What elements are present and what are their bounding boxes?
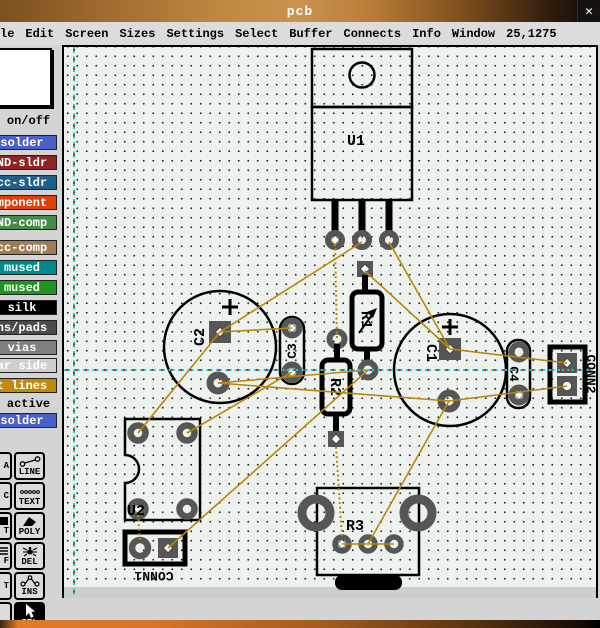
component-u1[interactable]: U1 [312,49,412,247]
component-conn2[interactable]: CONN2 [550,347,596,402]
u2-pin-br[interactable] [180,502,195,517]
menu-item-sizes[interactable]: Sizes [119,27,155,41]
c3-refdes: C3 [285,343,300,359]
menu-bar: le Edit Screen Sizes Settings Select Buf… [0,22,600,45]
layer-onoff-label: on/off [0,114,57,128]
component-c3[interactable]: C3 [280,317,304,384]
rat-conn1pin1-r1bot [168,370,368,548]
component-u2[interactable]: U2 [125,419,200,520]
c2-refdes-group: C2 [192,328,209,346]
rat-r1top-c1pos [365,271,450,349]
layer-button-unused-1[interactable]: mused [0,260,57,275]
board-preview-panner[interactable] [0,48,52,107]
u1-body-outline [312,107,412,200]
insert-point-icon [19,575,41,587]
conn1-refdes: CONN1 [134,568,173,583]
menu-item-window[interactable]: Window [452,27,495,41]
conn2-refdes: CONN2 [583,354,596,393]
menu-item-select[interactable]: Select [235,27,278,41]
u1-pin-3[interactable] [382,233,396,247]
window-close-button[interactable]: ✕ [577,0,600,22]
component-r3[interactable]: R3 [302,488,432,590]
menu-item-file-partial[interactable]: le [0,27,14,41]
active-layer-button[interactable]: solder [0,413,57,428]
layer-button-pins-pads[interactable]: ns/pads [0,320,57,335]
tool-ins-button[interactable]: INS [14,572,45,600]
c3-pad-bottom-hole [287,367,296,376]
u1-refdes: U1 [347,133,365,150]
tool-poly-button[interactable]: POLY [14,512,45,540]
r2-lead-bottom [333,414,339,433]
layer-button-vcc-comp[interactable]: cc-comp [0,240,57,255]
layer-button-vias[interactable]: vias [0,340,57,355]
layer-button-gnd-sldr[interactable]: ND-sldr [0,155,57,170]
rat-u1pin3-c1pos [389,242,450,349]
r3-body-outline [317,488,419,575]
bug-icon [19,546,41,557]
menu-item-edit[interactable]: Edit [25,27,54,41]
component-c4[interactable]: C4 [506,340,530,408]
layer-button-far-side[interactable]: ar side [0,358,57,373]
conn1-refdes-group: CONN1 [134,568,173,583]
layer-button-rat-lines[interactable]: t lines [0,378,57,393]
close-icon: ✕ [585,4,593,19]
cursor-arrow-icon [19,604,41,618]
layer-button-gnd-comp[interactable]: ND-comp [0,215,57,230]
c4-refdes: C4 [506,366,521,382]
c4-refdes-group: C4 [506,366,521,382]
layer-button-solder[interactable]: solder [0,135,57,150]
pcb-window: pcb ✕ le Edit Screen Sizes Settings Sele… [0,0,600,628]
cursor-position-readout: 25,1275 [506,27,556,41]
u1-tab-outline [312,49,412,107]
active-layer-label: active [0,397,57,411]
tool-buf-button-partial[interactable]: F [0,542,12,570]
tool-text-button[interactable]: TEXT [14,482,45,510]
menu-item-settings[interactable]: Settings [166,27,224,41]
tool-line-button[interactable]: LINE [14,452,45,480]
r1-lead-top [362,275,368,292]
window-titlebar[interactable]: pcb [0,0,600,22]
c3-refdes-group: C3 [285,343,300,359]
rat-r2bot-r3pin1 [336,447,342,537]
text-icon [19,486,41,497]
c2-plus-mark [222,299,238,315]
c1-refdes-group: C1 [422,344,439,362]
rect-icon [0,517,9,526]
menu-item-screen[interactable]: Screen [65,27,108,41]
layer-button-unused-2[interactable]: mused [0,280,57,295]
conn1-pin-2[interactable] [132,540,148,556]
buffer-icon [0,547,9,556]
u2-refdes: U2 [127,503,145,520]
tool-via-button-partial[interactable]: A [0,452,12,480]
menu-item-connects[interactable]: Connects [344,27,402,41]
c1-plus-mark [442,319,458,335]
layer-button-vcc-sldr[interactable]: cc-sldr [0,175,57,190]
window-bottom-border [0,620,600,628]
c2-refdes: C2 [192,328,209,346]
tool-del-button[interactable]: DEL [14,542,45,570]
r3-refdes: R3 [346,518,364,535]
line-icon [19,456,41,467]
layer-button-silk[interactable]: silk [0,300,57,315]
u1-mounting-hole [350,63,375,88]
r3-adjust-tab [335,575,402,590]
menu-item-info[interactable]: Info [412,27,441,41]
component-r1[interactable]: R1 [352,261,382,378]
window-title: pcb [287,4,313,19]
c1-refdes: C1 [422,344,439,362]
menu-item-buffer[interactable]: Buffer [289,27,332,41]
layer-button-component[interactable]: mponent [0,195,57,210]
tool-rect-button-partial[interactable]: T [0,512,12,540]
board-canvas[interactable]: U1 R1 [62,45,598,598]
tool-rot-button-partial[interactable]: T [0,572,12,600]
board-drawing: U1 R1 [64,47,596,596]
polygon-icon [19,516,41,527]
tool-arc-button-partial[interactable]: C [0,482,12,510]
component-conn1[interactable]: CONN1 [125,532,185,583]
conn2-refdes-group: CONN2 [583,354,596,393]
